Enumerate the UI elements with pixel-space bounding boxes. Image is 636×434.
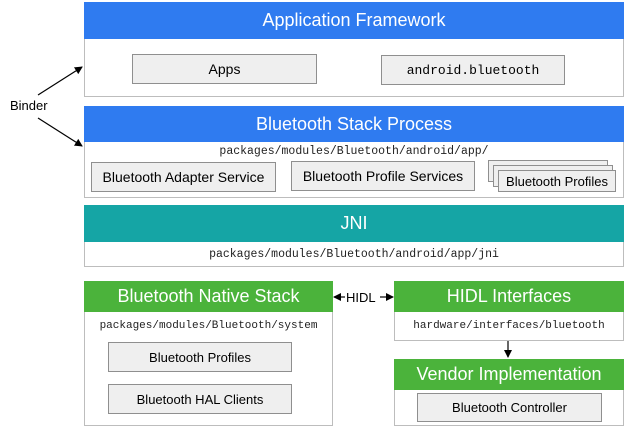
binder-arrow-up [37,66,83,96]
connector-arrows [37,66,512,358]
binder-arrow-down [37,117,83,147]
